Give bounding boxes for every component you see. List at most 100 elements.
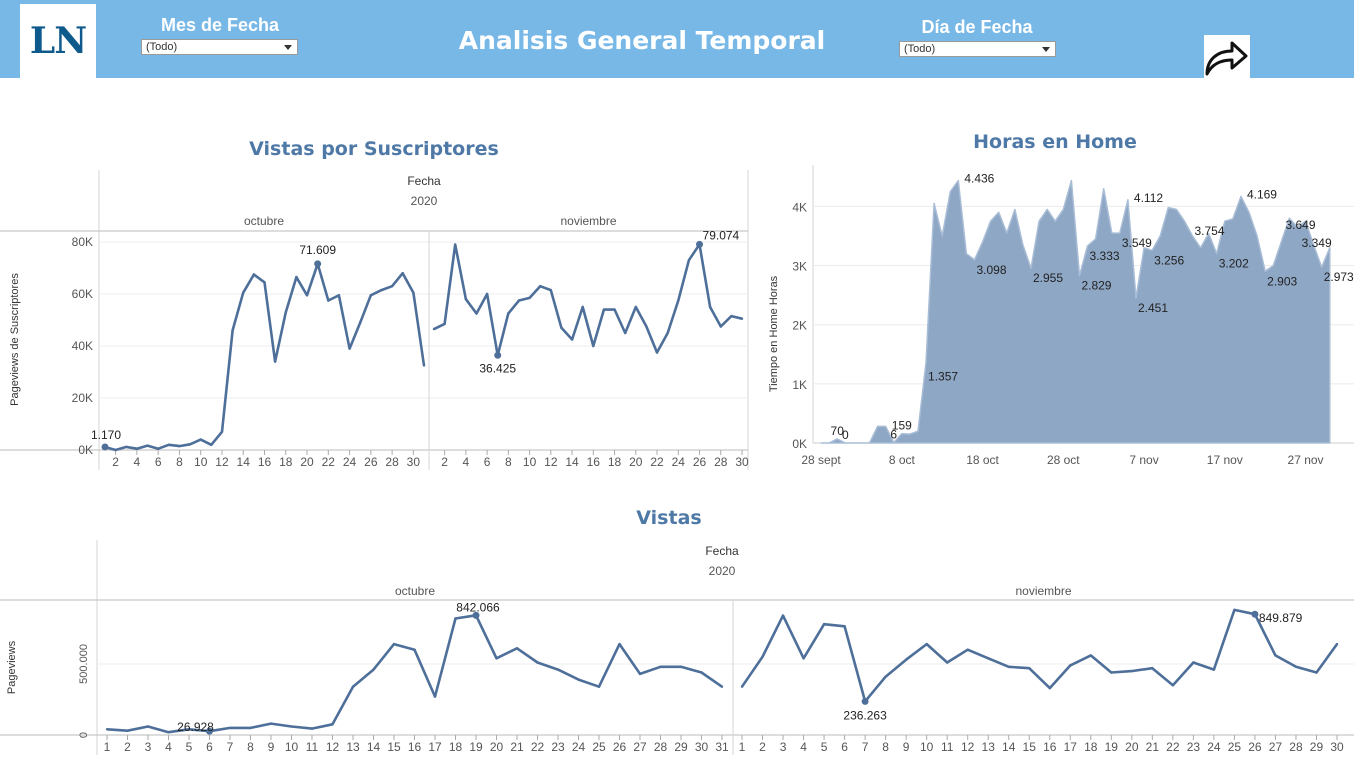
x-tick-label: 8 oct [889, 453, 916, 467]
data-label: 71.609 [299, 243, 336, 257]
x-tick-label: 26 [613, 740, 627, 754]
data-point [114, 448, 117, 452]
data-label: 2.903 [1267, 274, 1297, 288]
data-point [105, 728, 109, 731]
data-point [337, 294, 341, 297]
series-line-octubre [104, 262, 426, 452]
x-tick-label: 26 [1248, 740, 1262, 754]
x-tick-label: 30 [735, 455, 749, 469]
data-point [269, 722, 273, 725]
data-label: 4.112 [1134, 191, 1163, 205]
x-tick-label: 18 [279, 455, 293, 469]
data-point [1315, 671, 1318, 674]
data-label: 26.928 [177, 720, 214, 734]
x-tick-label: 25 [592, 740, 606, 754]
column-header: Fecha [705, 544, 739, 558]
data-point [167, 731, 170, 734]
x-tick-label: 2 [112, 455, 119, 469]
data-point [884, 675, 887, 678]
data-point [560, 326, 563, 329]
data-point [802, 657, 805, 660]
x-tick-label: 6 [155, 455, 162, 469]
x-tick-label: 20 [490, 740, 504, 754]
x-tick-label: 4 [134, 455, 141, 469]
data-point [1048, 686, 1052, 690]
data-point [577, 678, 580, 681]
x-tick-label: 17 [428, 740, 442, 754]
data-point [1089, 654, 1093, 657]
x-tick-label: 11 [306, 740, 319, 754]
x-tick-label: 8 [505, 455, 512, 469]
data-label: 3.098 [976, 263, 1006, 277]
x-tick-label: 17 [1064, 740, 1078, 754]
data-label: 2.955 [1033, 271, 1063, 285]
data-label: 2.829 [1081, 279, 1111, 293]
y-tick-label: 3K [792, 260, 807, 274]
data-point [659, 665, 662, 668]
data-point [372, 668, 375, 671]
data-point [454, 243, 457, 246]
data-point [1171, 684, 1175, 687]
x-tick-label: 30 [407, 455, 421, 469]
x-tick-label: 26 [364, 455, 378, 469]
data-point [348, 347, 351, 350]
y-tick-label: 80K [72, 235, 93, 249]
x-tick-label: 28 [714, 455, 728, 469]
data-point [730, 314, 733, 318]
x-tick-label: 1 [739, 740, 746, 754]
x-tick-label: 23 [551, 740, 565, 754]
panel-name: noviembre [1015, 584, 1071, 598]
data-point [146, 444, 149, 447]
data-point [761, 655, 764, 658]
x-tick-label: 2 [441, 455, 448, 469]
data-label: 1.357 [928, 370, 958, 384]
data-point [1192, 661, 1195, 664]
data-label: 842.066 [456, 600, 500, 614]
data-label: 159 [892, 419, 912, 433]
y-axis-label: Pageviews [6, 640, 18, 694]
data-point [679, 665, 683, 668]
series-line-octubre [106, 613, 723, 734]
data-point [464, 298, 468, 301]
data-point [199, 438, 202, 441]
x-tick-label: 13 [982, 740, 996, 754]
x-tick-label: 8 [247, 740, 254, 754]
data-point [1335, 642, 1339, 646]
x-tick-label: 5 [821, 740, 828, 754]
x-tick-label: 27 [633, 740, 647, 754]
data-point [539, 285, 542, 288]
y-tick-label: 40K [72, 339, 93, 353]
data-point [1233, 608, 1236, 612]
data-point [719, 325, 722, 328]
x-tick-label: 13 [346, 740, 360, 754]
data-label: 3.754 [1195, 224, 1225, 238]
data-point [178, 444, 181, 448]
data-point [390, 285, 394, 288]
data-point [740, 685, 744, 688]
data-point [666, 331, 669, 335]
data-point [495, 657, 498, 660]
x-tick-label: 20 [300, 455, 314, 469]
data-label: 3.333 [1090, 249, 1120, 263]
data-point [1130, 669, 1134, 673]
data-point [228, 726, 232, 730]
data-label: 3.256 [1154, 253, 1184, 267]
x-tick-label: 6 [484, 455, 491, 469]
data-point [305, 294, 309, 297]
y-tick-label: 4K [792, 200, 807, 214]
data-point [581, 305, 584, 309]
panel-name: octubre [395, 584, 435, 598]
data-point [210, 443, 213, 446]
data-point [273, 360, 277, 363]
x-tick-label: 10 [523, 455, 537, 469]
x-tick-label: 3 [145, 740, 152, 754]
data-point [740, 317, 744, 320]
data-point [655, 351, 659, 354]
data-point [645, 325, 648, 328]
highlight-marker [314, 260, 322, 268]
data-point [157, 447, 160, 450]
x-tick-label: 6 [841, 740, 848, 754]
x-tick-label: 16 [408, 740, 422, 754]
data-point [433, 695, 437, 698]
x-tick-label: 14 [1002, 740, 1016, 754]
